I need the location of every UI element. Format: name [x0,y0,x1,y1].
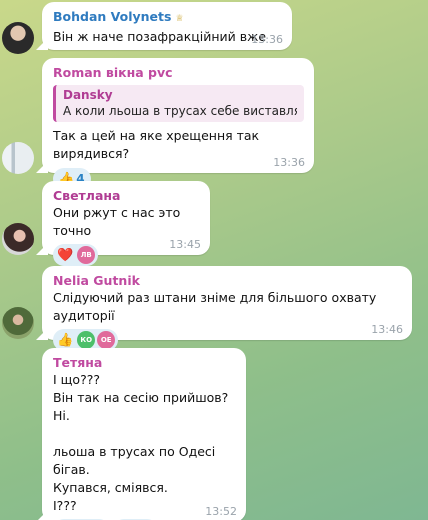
avatar[interactable] [2,223,34,255]
reaction-heart[interactable]: ❤️ ЛВ [53,244,99,266]
sender-name[interactable]: Светлана [53,187,200,204]
reply-quote[interactable]: Dansky А коли льоша в трусах себе вистав… [53,85,304,122]
sender-name[interactable]: Тетяна [53,354,236,371]
avatar[interactable] [2,22,34,54]
message-bubble[interactable]: Светлана Они ржут с нас это точно ❤️ ЛВ … [42,181,210,266]
heart-icon: ❤️ [57,247,74,263]
reactor-avatar: ЛВ [77,246,96,264]
message-bubble[interactable]: Bohdan Volynets ♕ Він ж наче позафракційн… [42,2,292,50]
message-time: 13:46 [371,323,403,336]
reactor-avatar: КО [77,331,96,349]
message-time: 13:36 [251,33,283,46]
avatar[interactable] [2,142,34,174]
sender-name[interactable]: Nelia Gutnik [53,272,402,289]
chat-history[interactable]: Bohdan Volynets ♕ Він ж наче позафракційн… [0,0,428,520]
sender-name[interactable]: Roman вікна pvc [53,64,304,81]
message-time: 13:45 [169,238,201,251]
message-text: Слідуючий раз штани зніме для більшого о… [53,290,377,323]
thumbs-up-icon: 👍 [57,332,74,348]
message-bubble[interactable]: Nelia Gutnik Слідуючий раз штани зніме д… [42,266,412,351]
sender-name-text: Bohdan Volynets [53,9,172,24]
sender-name[interactable]: Bohdan Volynets ♕ [53,8,282,28]
message-text: Так а цей на яке хрещення так вирядився? [53,128,260,161]
message-time: 13:36 [273,156,305,169]
reply-text: А коли льоша в трусах себе виставляв... [63,104,297,118]
message-text: І що??? Він так на сесію прийшов? Ні. ль… [53,372,229,513]
message-bubble[interactable]: Roman вікна pvc Dansky А коли льоша в тр… [42,58,314,190]
avatar[interactable] [2,307,34,339]
message-text: Они ржут с нас это точно [53,205,181,238]
message-bubble[interactable]: Тетяна І що??? Він так на сесію прийшов?… [42,348,246,520]
reply-author: Dansky [63,88,113,102]
reactor-avatar: ОЕ [97,331,116,349]
message-time: 13:52 [205,505,237,518]
message-text: Він ж наче позафракційний вже [53,29,267,44]
medal-icon: ♕ [175,14,184,24]
